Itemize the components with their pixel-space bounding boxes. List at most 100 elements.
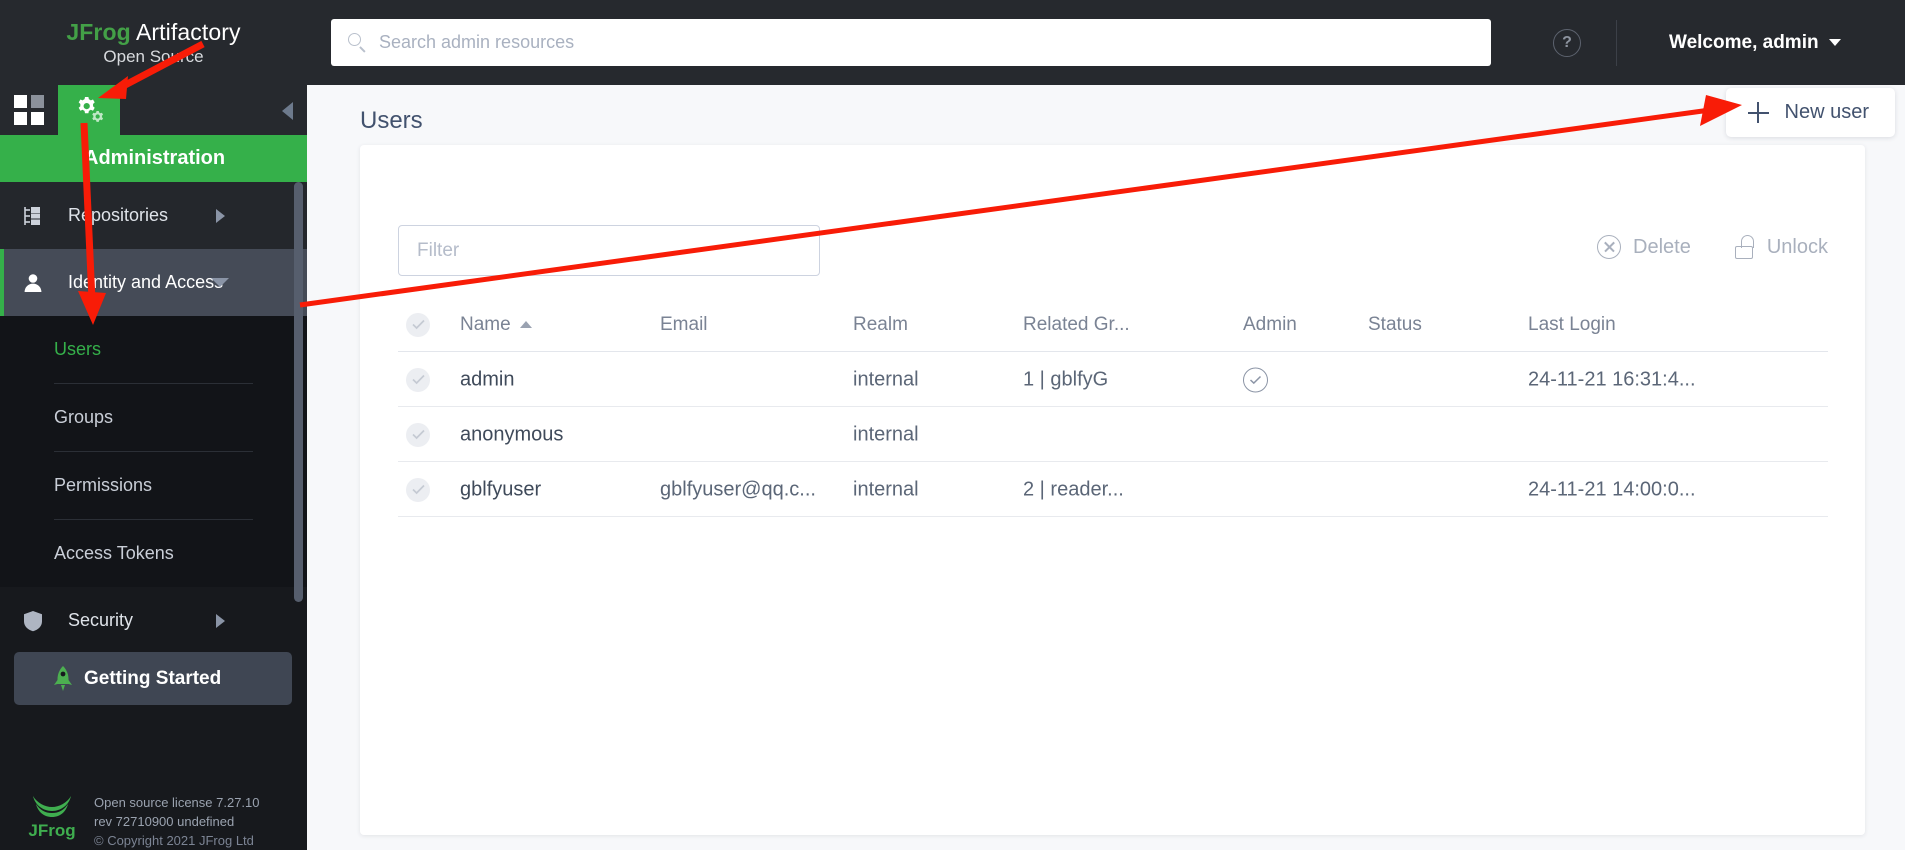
row-checkbox[interactable] <box>406 367 430 392</box>
sidebar-subitem-label: Permissions <box>54 475 153 495</box>
column-header-status[interactable]: Status <box>1368 314 1422 336</box>
cell-name[interactable]: gblfyuser <box>460 478 541 501</box>
admin-check-icon <box>1243 367 1268 392</box>
row-checkbox[interactable] <box>406 477 430 502</box>
getting-started-button[interactable]: Getting Started <box>14 652 292 705</box>
page-title: Users <box>360 107 423 134</box>
select-all-checkbox[interactable] <box>406 312 430 337</box>
delete-button[interactable]: Delete <box>1597 235 1691 259</box>
sidebar-subitem-label: Users <box>54 339 102 359</box>
table-row[interactable]: anonymous internal <box>398 407 1828 462</box>
cell-related-groups: 2 | reader... <box>1023 478 1124 500</box>
license-info: Open source license 7.27.10 rev 72710900… <box>94 793 260 850</box>
column-header-email[interactable]: Email <box>660 314 708 336</box>
svg-text:JFrog: JFrog <box>28 821 75 840</box>
table-header-row: Name Email Realm Related Gr... Admin Sta… <box>398 297 1828 352</box>
cell-realm: internal <box>853 368 919 390</box>
brand-edition: Open Source <box>103 46 204 66</box>
sidebar-item-security[interactable]: Security <box>0 587 307 654</box>
license-line-1: Open source license 7.27.10 <box>94 795 260 810</box>
sidebar-item-repositories[interactable]: Repositories <box>0 182 307 249</box>
users-table: Name Email Realm Related Gr... Admin Sta… <box>398 297 1828 517</box>
unlock-button[interactable]: Unlock <box>1734 235 1828 259</box>
welcome-label: Welcome, admin <box>1669 31 1819 53</box>
copyright-line: © Copyright 2021 JFrog Ltd <box>94 833 254 849</box>
table-row[interactable]: gblfyuser gblfyuser@qq.c... internal 2 |… <box>398 462 1828 517</box>
sidebar-item-access-tokens[interactable]: Access Tokens <box>0 520 307 587</box>
gear-icon <box>78 97 104 122</box>
sidebar-subitem-label: Groups <box>54 407 114 427</box>
brand-jfrog-text: JFrog <box>66 18 131 45</box>
table-row[interactable]: admin internal 1 | gblfyG 24-11-21 16:31… <box>398 352 1828 407</box>
cell-last-login: 24-11-21 14:00:0... <box>1528 478 1696 500</box>
cell-email: gblfyuser@qq.c... <box>660 478 816 500</box>
cell-name[interactable]: admin <box>460 368 514 391</box>
new-user-label: New user <box>1784 101 1869 123</box>
users-card: Delete Unlock Name <box>360 145 1865 835</box>
sidebar-item-label: Security <box>68 610 134 630</box>
cell-related-groups: 1 | gblfyG <box>1023 368 1109 390</box>
sidebar: Administration Repositories Identity and… <box>0 85 307 850</box>
sidebar-footer: JFrog Open source license 7.27.10 rev 72… <box>0 790 307 850</box>
delete-label: Delete <box>1633 235 1691 258</box>
sidebar-item-identity-and-access[interactable]: Identity and Access <box>0 249 307 316</box>
cell-admin <box>1243 367 1268 392</box>
user-menu[interactable]: Welcome, admin <box>1669 32 1841 54</box>
administration-gear-button[interactable] <box>58 85 120 135</box>
sidebar-item-users[interactable]: Users <box>0 316 307 383</box>
row-checkbox[interactable] <box>406 422 430 447</box>
chevron-right-icon <box>216 208 225 223</box>
search-icon <box>347 32 369 54</box>
toolbar-actions: Delete Unlock <box>1597 235 1828 259</box>
chevron-right-icon <box>216 613 225 628</box>
row-divider <box>398 516 1828 517</box>
column-header-related-groups[interactable]: Related Gr... <box>1023 314 1130 336</box>
rocket-icon <box>54 666 72 691</box>
admin-search-box[interactable] <box>331 19 1491 66</box>
sidebar-collapse-icon[interactable] <box>282 102 293 120</box>
jfrog-logo-icon: JFrog <box>28 796 76 840</box>
search-input[interactable] <box>379 32 1475 53</box>
sidebar-item-label: Identity and Access <box>68 272 224 292</box>
user-icon <box>16 272 50 294</box>
sidebar-mode-bar <box>0 85 307 135</box>
sort-asc-icon <box>519 320 532 328</box>
column-header-last-login[interactable]: Last Login <box>1528 314 1616 336</box>
sidebar-nav: Repositories Identity and Access Users G… <box>0 182 307 850</box>
sidebar-scrollbar[interactable] <box>294 182 303 602</box>
filter-input[interactable] <box>398 225 820 276</box>
users-toolbar: Delete Unlock <box>398 225 1828 276</box>
cell-realm: internal <box>853 478 919 500</box>
cell-realm: internal <box>853 423 919 445</box>
top-bar: JFrog Artifactory Open Source ? Welcome,… <box>0 0 1905 85</box>
apps-grid-icon[interactable] <box>14 95 44 125</box>
sidebar-subnav-identity-and-access: Users Groups Permissions Access Tokens <box>0 316 307 587</box>
cell-last-login: 24-11-21 16:31:4... <box>1528 368 1696 390</box>
main-content: Users New user Delete Unlock <box>307 85 1905 850</box>
administration-banner: Administration <box>0 135 307 182</box>
getting-started-label: Getting Started <box>84 667 222 689</box>
help-icon[interactable]: ? <box>1553 28 1581 57</box>
license-line-2: rev 72710900 undefined <box>94 814 235 830</box>
brand-logo: JFrog Artifactory Open Source <box>0 0 307 85</box>
lock-icon <box>1734 235 1755 259</box>
column-header-realm[interactable]: Realm <box>853 314 908 336</box>
sidebar-item-label: Repositories <box>68 205 169 225</box>
table-body: admin internal 1 | gblfyG 24-11-21 16:31… <box>398 352 1828 517</box>
sidebar-item-permissions[interactable]: Permissions <box>0 452 307 519</box>
cell-name[interactable]: anonymous <box>460 423 563 446</box>
chevron-down-icon <box>211 278 229 287</box>
column-header-admin[interactable]: Admin <box>1243 314 1297 336</box>
header-divider <box>1616 19 1617 66</box>
sidebar-item-groups[interactable]: Groups <box>0 384 307 451</box>
unlock-label: Unlock <box>1766 235 1828 258</box>
shield-icon <box>16 610 50 632</box>
brand-title: JFrog Artifactory <box>66 19 240 46</box>
plus-icon <box>1747 102 1769 123</box>
repositories-icon <box>16 205 50 227</box>
column-header-name[interactable]: Name <box>460 314 532 336</box>
brand-artifactory-text: Artifactory <box>130 18 241 45</box>
chevron-down-icon <box>1828 39 1841 46</box>
new-user-button[interactable]: New user <box>1725 88 1895 137</box>
delete-circle-icon <box>1597 235 1622 259</box>
